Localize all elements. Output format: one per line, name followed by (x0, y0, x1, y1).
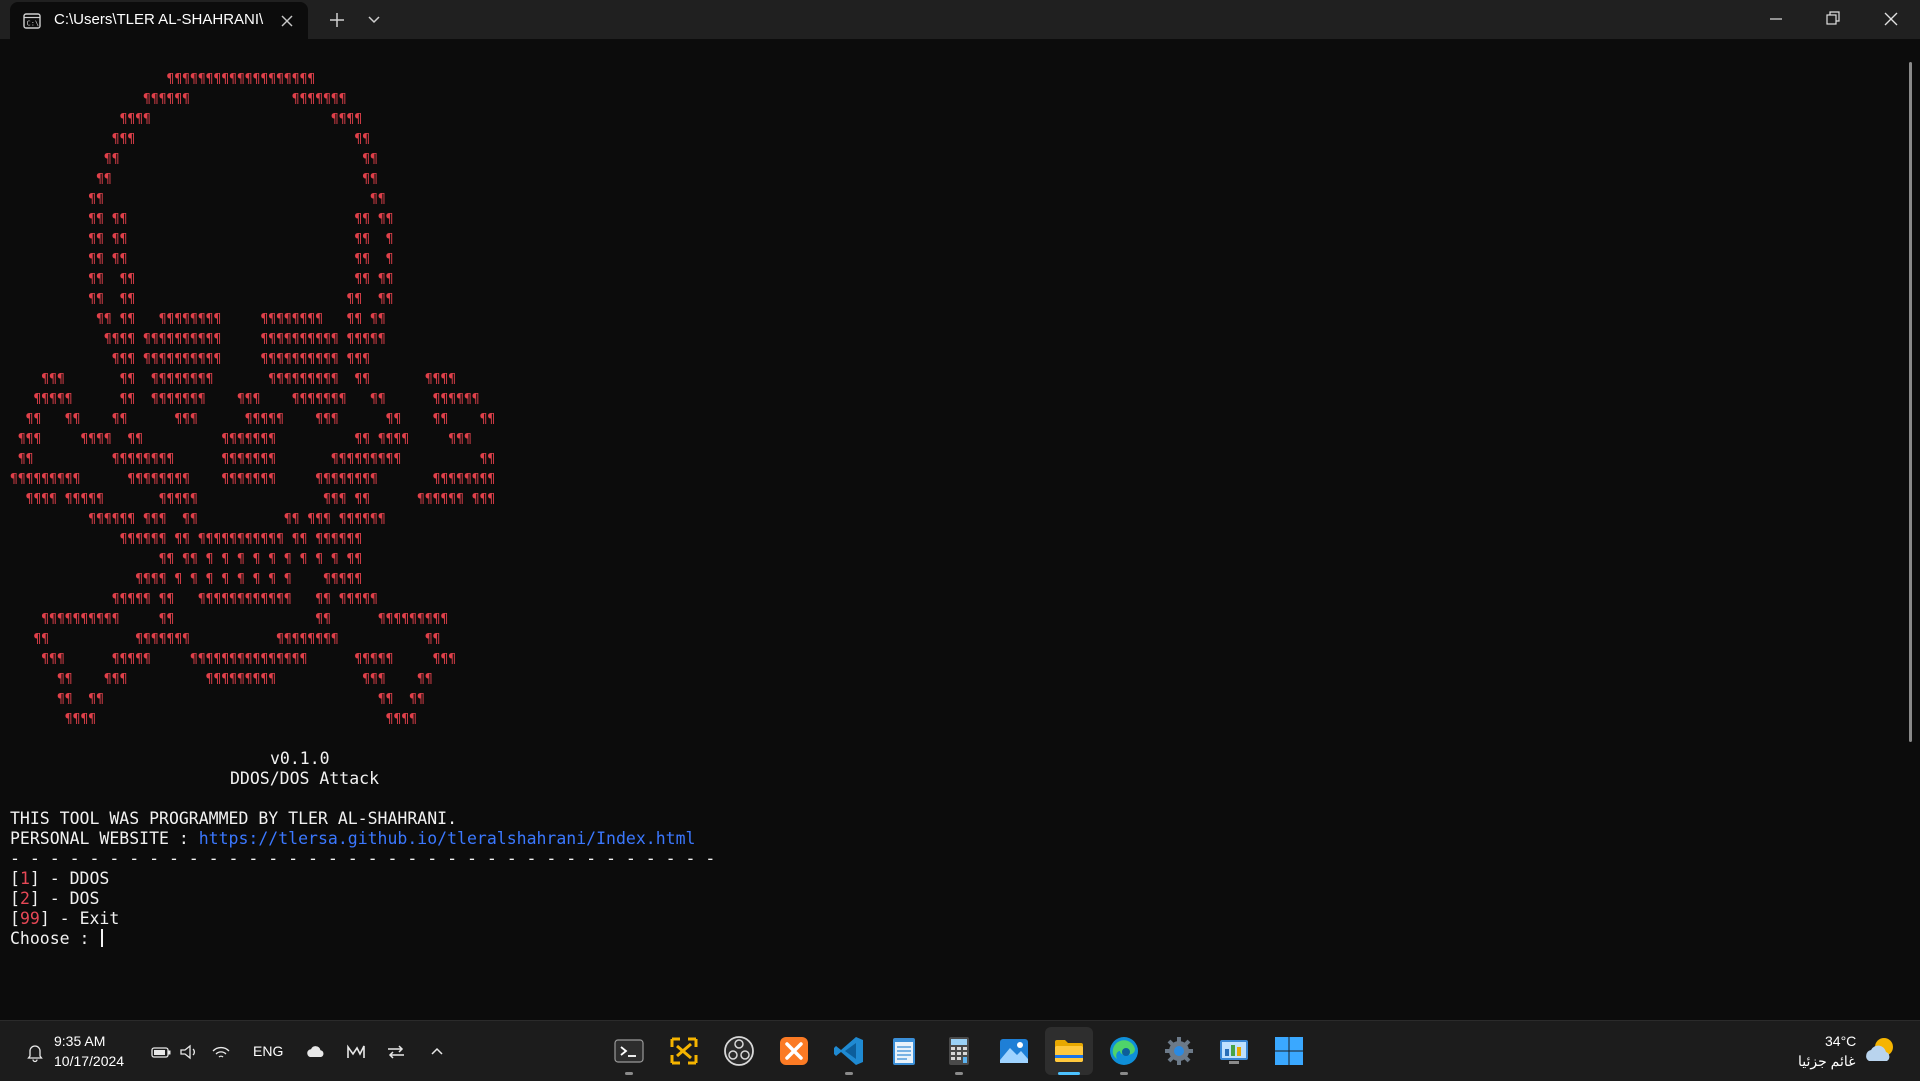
menu-label: DDOS (69, 869, 110, 888)
terminal-app-icon[interactable] (612, 1034, 646, 1068)
battery-icon[interactable] (150, 1041, 172, 1063)
art-line: ¶¶ ¶¶ ¶¶¶¶¶¶¶¶ ¶¶¶¶¶¶¶¶ ¶¶ ¶¶ (10, 312, 386, 327)
wifi-icon[interactable] (210, 1041, 232, 1063)
art-line: ¶¶ ¶¶¶ ¶¶¶¶¶¶¶¶¶ ¶¶¶ ¶¶ (10, 672, 433, 687)
xampp-app-icon[interactable] (777, 1034, 811, 1068)
art-line: ¶¶ ¶¶ ¶¶ ¶¶ (10, 692, 425, 707)
art-line: ¶¶ ¶¶ ¶¶ ¶¶¶ ¶¶¶¶¶ ¶¶¶ ¶¶ ¶¶ ¶¶ (10, 412, 496, 427)
tab-title: C:\Users\TLER AL-SHAHRANI\ (54, 11, 264, 28)
menu-label: Exit (79, 909, 120, 928)
chevron-down-icon[interactable] (362, 8, 386, 32)
taskbar: 9:35 AM 10/17/2024 ENG 34°C غائم جزئيا (0, 1020, 1920, 1081)
menu-number: 99 (19, 909, 40, 928)
art-line: ¶¶¶¶¶¶ ¶¶¶¶¶¶¶ (10, 92, 347, 107)
website-label: PERSONAL WEBSITE : (10, 829, 199, 848)
volume-icon[interactable] (178, 1041, 200, 1063)
art-line: ¶¶¶¶¶¶ ¶¶ ¶¶¶¶¶¶¶¶¶¶¶ ¶¶ ¶¶¶¶¶¶ (10, 532, 363, 547)
art-line: ¶¶¶ ¶¶¶¶¶ ¶¶¶¶¶¶¶¶¶¶¶¶¶¶¶ ¶¶¶¶¶ ¶¶¶ (10, 652, 457, 667)
svg-text:C:\: C:\ (27, 20, 40, 28)
file-explorer-active-indicator (1058, 1072, 1080, 1075)
art-line: ¶¶ ¶¶¶¶¶¶¶ ¶¶¶¶¶¶¶¶ ¶¶ (10, 632, 441, 647)
start-button-icon[interactable] (1272, 1034, 1306, 1068)
weather-description[interactable]: غائم جزئيا (1798, 1053, 1855, 1070)
art-line: ¶¶¶¶ ¶ ¶ ¶ ¶ ¶ ¶ ¶ ¶ ¶¶¶¶¶ (10, 572, 363, 587)
art-line: ¶¶ ¶¶ (10, 172, 378, 187)
credit-line: THIS TOOL WAS PROGRAMMED BY TLER AL-SHAH… (10, 809, 458, 828)
calculator-running-indicator (955, 1072, 963, 1075)
prompt-label: Choose : (10, 929, 100, 948)
skull-ascii-art: ¶¶¶¶¶¶¶¶¶¶¶¶¶¶¶¶¶¶¶ ¶¶¶¶¶¶ ¶¶¶¶¶¶¶ ¶¶¶¶ … (10, 70, 495, 730)
art-line: ¶¶ ¶¶ ¶¶ ¶¶ (10, 292, 394, 307)
close-icon[interactable] (1863, 0, 1919, 39)
title-bar: C:\ C:\Users\TLER AL-SHAHRANI\ (0, 0, 1920, 39)
terminal-tab[interactable]: C:\ C:\Users\TLER AL-SHAHRANI\ (10, 2, 308, 39)
task-manager-icon[interactable] (345, 1041, 367, 1063)
terminal-icon: C:\ (23, 13, 41, 29)
obs-app-icon[interactable] (722, 1034, 756, 1068)
art-line: ¶¶ ¶¶ ¶¶ ¶ (10, 252, 394, 267)
weather-temperature[interactable]: 34°C (1825, 1033, 1856, 1049)
scrollbar[interactable] (1909, 62, 1912, 742)
menu-item-dos: [2] - DOS (10, 889, 100, 908)
bell-icon[interactable] (24, 1041, 46, 1063)
art-line: ¶¶¶ ¶¶¶¶ ¶¶ ¶¶¶¶¶¶¶ ¶¶ ¶¶¶¶ ¶¶¶ (10, 432, 472, 447)
menu-item-exit: [99] - Exit (10, 909, 120, 928)
art-line: ¶¶¶ ¶¶ ¶¶¶¶¶¶¶¶ ¶¶¶¶¶¶¶¶¶ ¶¶ ¶¶¶¶ (10, 372, 457, 387)
art-line: ¶¶¶¶ ¶¶¶¶¶¶¶¶¶¶ ¶¶¶¶¶¶¶¶¶¶ ¶¶¶¶¶ (10, 332, 386, 347)
settings-app-icon[interactable] (1162, 1034, 1196, 1068)
notepad-app-icon[interactable] (887, 1034, 921, 1068)
terminal-running-indicator (625, 1072, 633, 1075)
art-line: ¶¶¶¶ ¶¶¶¶¶ ¶¶¶¶¶ ¶¶¶ ¶¶ ¶¶¶¶¶¶ ¶¶¶ (10, 492, 496, 507)
text-cursor (101, 929, 104, 947)
vscode-app-icon[interactable] (832, 1034, 866, 1068)
clock-date[interactable]: 10/17/2024 (54, 1053, 124, 1069)
art-line: ¶¶¶¶¶¶¶¶¶¶¶¶¶¶¶¶¶¶¶ (10, 72, 316, 87)
menu-label: DOS (69, 889, 100, 908)
new-tab-button[interactable] (325, 8, 349, 32)
vscode-running-indicator (845, 1072, 853, 1075)
snipping-tool-app-icon[interactable] (667, 1034, 701, 1068)
art-line: ¶¶¶¶¶¶¶¶¶¶ ¶¶ ¶¶ ¶¶¶¶¶¶¶¶¶ (10, 612, 449, 627)
art-line: ¶¶¶¶¶ ¶¶ ¶¶¶¶¶¶¶¶¶¶¶¶ ¶¶ ¶¶¶¶¶ (10, 592, 378, 607)
choose-prompt[interactable]: Choose : (10, 929, 104, 949)
art-line: ¶¶¶¶¶ ¶¶ ¶¶¶¶¶¶¶ ¶¶¶ ¶¶¶¶¶¶¶ ¶¶ ¶¶¶¶¶¶ (10, 392, 480, 407)
art-line: ¶¶ ¶¶ ¶¶ ¶¶ (10, 212, 394, 227)
restore-icon[interactable] (1805, 0, 1861, 39)
art-line: ¶¶¶¶ ¶¶¶¶ (10, 712, 417, 727)
edge-app-icon[interactable] (1107, 1034, 1141, 1068)
sync-icon[interactable] (385, 1041, 407, 1063)
clock-time[interactable]: 9:35 AM (54, 1033, 105, 1049)
tool-subtitle: DDOS/DOS Attack (230, 769, 380, 788)
art-line: ¶¶¶¶ ¶¶¶¶ (10, 112, 363, 127)
file-explorer-app-icon[interactable] (1052, 1034, 1086, 1068)
menu-item-ddos: [1] - DDOS (10, 869, 110, 888)
art-line: ¶¶¶¶¶¶¶¶¶ ¶¶¶¶¶¶¶¶ ¶¶¶¶¶¶¶ ¶¶¶¶¶¶¶¶ ¶¶¶¶… (10, 472, 496, 487)
control-panel-app-icon[interactable] (1217, 1034, 1251, 1068)
art-line: ¶¶ ¶¶ ¶¶ ¶¶ (10, 272, 394, 287)
minimize-icon[interactable] (1748, 0, 1804, 39)
menu-number: 2 (19, 889, 30, 908)
chevron-up-icon[interactable] (426, 1041, 448, 1063)
onedrive-cloud-icon[interactable] (305, 1041, 327, 1063)
tab-close-icon[interactable] (277, 11, 297, 31)
website-line: PERSONAL WEBSITE : https://tlersa.github… (10, 829, 695, 849)
art-line: ¶¶¶¶¶¶ ¶¶¶ ¶¶ ¶¶ ¶¶¶ ¶¶¶¶¶¶ (10, 512, 386, 527)
art-line: ¶¶ ¶¶¶¶¶¶¶¶ ¶¶¶¶¶¶¶ ¶¶¶¶¶¶¶¶¶ ¶¶ (10, 452, 496, 467)
edge-running-indicator (1120, 1072, 1128, 1075)
weather-partly-cloudy-icon[interactable] (1864, 1035, 1898, 1067)
menu-number: 1 (19, 869, 30, 888)
art-line: ¶¶¶ ¶¶ (10, 132, 371, 147)
website-link[interactable]: https://tlersa.github.io/tleralshahrani/… (199, 829, 696, 848)
art-line: ¶¶ ¶¶ ¶¶ ¶ (10, 232, 394, 247)
art-line: ¶¶ ¶¶ ¶ ¶ ¶ ¶ ¶ ¶ ¶ ¶ ¶ ¶¶ (10, 552, 363, 567)
version-text: v0.1.0 (270, 749, 330, 768)
separator-line: - - - - - - - - - - - - - - - - - - - - … (10, 849, 716, 868)
photos-app-icon[interactable] (997, 1034, 1031, 1068)
art-line: ¶¶ ¶¶ (10, 192, 386, 207)
language-indicator[interactable]: ENG (253, 1043, 283, 1059)
calculator-app-icon[interactable] (942, 1034, 976, 1068)
art-line: ¶¶¶ ¶¶¶¶¶¶¶¶¶¶ ¶¶¶¶¶¶¶¶¶¶ ¶¶¶ (10, 352, 371, 367)
art-line: ¶¶ ¶¶ (10, 152, 378, 167)
